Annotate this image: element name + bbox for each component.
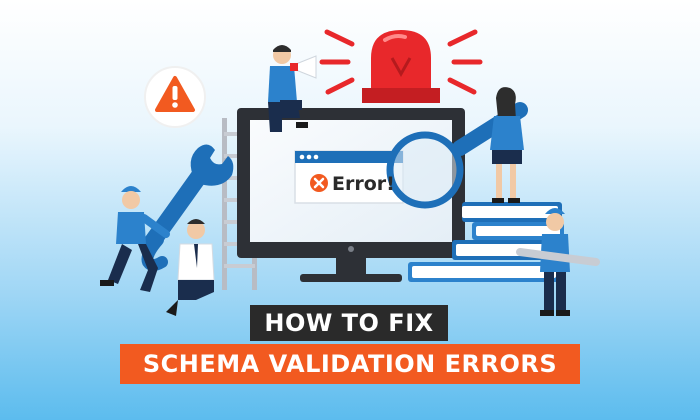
error-label: Error! — [332, 173, 395, 195]
headline-line-2: SCHEMA VALIDATION ERRORS — [120, 344, 580, 384]
person-kneeling — [166, 219, 215, 316]
close-icon — [310, 174, 328, 192]
headline-line-1: HOW TO FIX — [250, 305, 448, 341]
siren-icon — [319, 29, 483, 103]
warning-icon — [144, 66, 206, 128]
